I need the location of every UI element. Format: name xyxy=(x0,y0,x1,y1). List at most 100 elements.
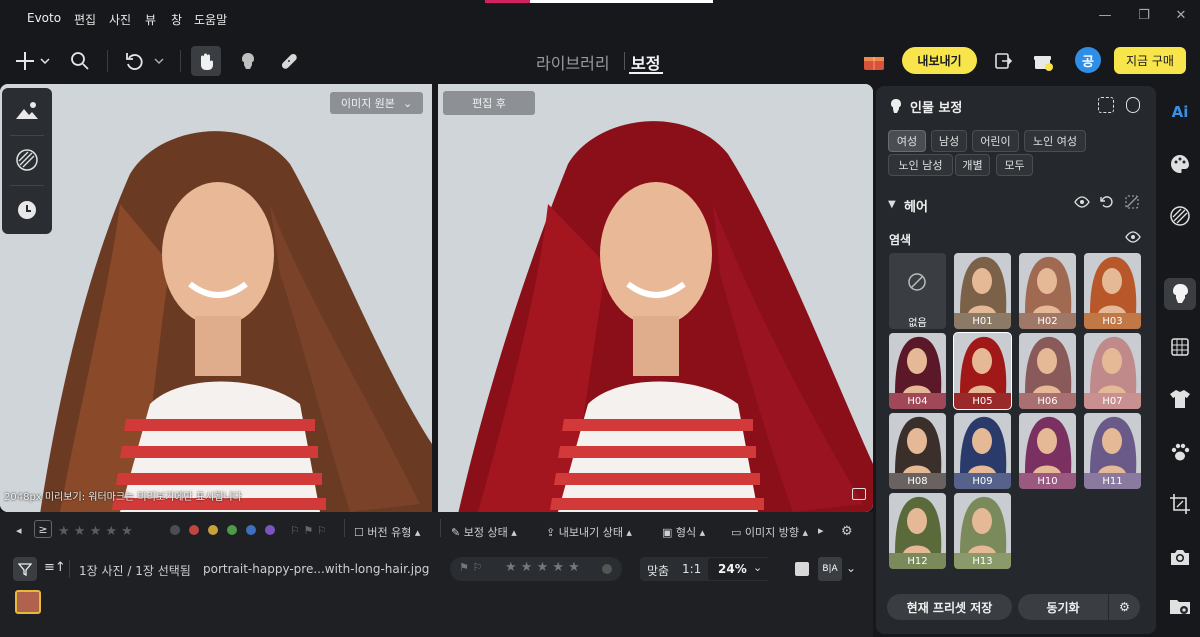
hair-color-swatch[interactable]: H04 xyxy=(889,333,946,409)
menu-item[interactable]: 도움말 xyxy=(194,11,227,28)
color-label-filter[interactable] xyxy=(246,525,256,535)
sync-settings-icon[interactable]: ⚙ xyxy=(1109,594,1140,620)
hair-color-swatch[interactable]: 없음 xyxy=(889,253,946,329)
swatch-portrait xyxy=(954,253,1011,313)
palette-icon[interactable] xyxy=(1168,152,1192,176)
export-button[interactable]: 내보내기 xyxy=(902,47,977,74)
color-label-filter[interactable] xyxy=(208,525,218,535)
single-view-icon[interactable] xyxy=(795,562,809,576)
texture-icon[interactable] xyxy=(15,148,39,172)
tab-library[interactable]: 라이브러리 xyxy=(536,50,610,74)
hair-color-swatch[interactable]: H03 xyxy=(1084,253,1141,329)
texture-sidebar-icon[interactable] xyxy=(1168,204,1192,228)
chevron-down-icon: ⌄ xyxy=(402,96,413,110)
face-select-icon[interactable] xyxy=(1098,97,1114,113)
hair-color-swatch[interactable]: H02 xyxy=(1019,253,1076,329)
group-tag[interactable]: 여성 xyxy=(888,130,926,152)
color-label-filter[interactable] xyxy=(189,525,199,535)
group-tag[interactable]: 어린이 xyxy=(972,130,1019,152)
reset-icon[interactable] xyxy=(1099,194,1115,210)
hair-color-swatch[interactable]: H06 xyxy=(1019,333,1076,409)
before-after-icon[interactable]: B|A xyxy=(818,557,842,581)
image-adjust-icon[interactable] xyxy=(14,99,40,123)
paw-icon[interactable] xyxy=(1168,440,1192,464)
star-rating-filter[interactable]: ★ ★ ★ ★ ★ xyxy=(58,524,133,539)
minimize-icon[interactable]: — xyxy=(1096,8,1114,26)
save-preset-button[interactable]: 현재 프리셋 저장 xyxy=(887,594,1012,620)
close-icon[interactable]: ✕ xyxy=(1172,8,1190,26)
dye-eye-icon[interactable] xyxy=(1125,229,1141,245)
group-tag[interactable]: 노인 남성 xyxy=(888,154,953,176)
filmstrip-thumbnail[interactable] xyxy=(15,590,41,614)
undo-icon[interactable] xyxy=(122,48,148,74)
search-icon[interactable] xyxy=(67,48,93,74)
menu-item[interactable]: 뷰 xyxy=(145,11,156,28)
hair-color-swatch[interactable]: H08 xyxy=(889,413,946,489)
crop-icon[interactable] xyxy=(1168,492,1192,516)
filter-settings-icon[interactable]: ⚙ xyxy=(841,524,853,539)
file-flag-icon[interactable]: ⚑ ⚐ xyxy=(459,561,482,574)
hair-color-swatch[interactable]: H11 xyxy=(1084,413,1141,489)
face-brush-icon[interactable] xyxy=(235,48,261,74)
one-to-one-button[interactable]: 1:1 xyxy=(682,562,701,576)
disable-icon[interactable] xyxy=(1124,194,1140,210)
sort-icon[interactable]: ≡↑ xyxy=(44,560,66,575)
file-color-label[interactable] xyxy=(602,564,612,574)
hair-color-swatch[interactable]: H10 xyxy=(1019,413,1076,489)
fit-button[interactable]: 맞춤 xyxy=(647,562,669,579)
hair-color-swatch[interactable]: H13 xyxy=(954,493,1011,569)
hair-color-swatch[interactable]: H09 xyxy=(954,413,1011,489)
gift-box-icon[interactable] xyxy=(861,48,887,74)
scroll-left-icon[interactable]: ◂ xyxy=(16,524,22,537)
hair-color-swatch[interactable]: H01 xyxy=(954,253,1011,329)
bandage-icon[interactable] xyxy=(276,48,302,74)
tab-edit[interactable]: 보정 xyxy=(631,50,660,74)
group-tag[interactable]: 남성 xyxy=(931,130,967,152)
group-tag[interactable]: 개별 xyxy=(955,154,990,176)
eye-icon[interactable] xyxy=(1074,194,1090,210)
color-label-filter[interactable] xyxy=(265,525,275,535)
swatch-label: H11 xyxy=(1084,473,1141,489)
add-icon[interactable] xyxy=(12,48,38,74)
camera-icon[interactable] xyxy=(1168,545,1192,569)
version-type-filter[interactable]: ☐ 버전 유형 ▴ xyxy=(354,524,420,540)
compare-toggle-icon[interactable] xyxy=(852,488,866,500)
undo-history-chevron-icon[interactable] xyxy=(151,48,167,74)
color-label-filter[interactable] xyxy=(227,525,237,535)
clothing-icon[interactable] xyxy=(1168,387,1192,411)
background-icon[interactable] xyxy=(1168,335,1192,359)
preview-canvas[interactable] xyxy=(0,84,873,512)
rating-operator[interactable]: ≥ xyxy=(34,520,52,538)
file-star-rating[interactable]: ★ ★ ★ ★ ★ xyxy=(505,560,580,575)
group-tag[interactable]: 노인 여성 xyxy=(1024,130,1086,152)
folder-eye-icon[interactable] xyxy=(1168,594,1192,618)
group-tag[interactable]: 모두 xyxy=(996,154,1033,176)
ai-icon[interactable]: Ai xyxy=(1168,100,1192,124)
correction-status-filter[interactable]: ✎ 보정 상태 ▴ xyxy=(451,524,517,540)
menu-item[interactable]: 창 xyxy=(171,11,182,28)
hair-color-swatch[interactable]: H12 xyxy=(889,493,946,569)
color-label-filter[interactable] xyxy=(170,525,180,535)
menu-item[interactable]: 사진 xyxy=(109,11,131,28)
view-mode-chevron-icon[interactable]: ⌄ xyxy=(846,561,856,575)
format-filter[interactable]: ▣ 형식 ▴ xyxy=(662,524,705,540)
present-icon[interactable] xyxy=(1030,48,1056,74)
avatar[interactable]: 공 xyxy=(1075,47,1101,73)
flag-filter-icon[interactable]: ⚐ ⚑ ⚐ xyxy=(290,524,327,537)
hair-color-swatch[interactable]: H07 xyxy=(1084,333,1141,409)
buy-now-button[interactable]: 지금 구매 xyxy=(1114,47,1186,74)
scroll-right-icon[interactable]: ▸ xyxy=(818,524,824,537)
chevron-down-icon[interactable] xyxy=(38,48,52,74)
filter-icon[interactable] xyxy=(13,557,37,581)
hair-color-swatch[interactable]: H05 xyxy=(953,332,1012,410)
original-view-select[interactable]: 이미지 원본 ⌄ xyxy=(330,92,423,114)
face-swap-icon[interactable] xyxy=(1126,97,1140,113)
sync-button[interactable]: 동기화 xyxy=(1018,594,1108,620)
exit-icon[interactable] xyxy=(990,48,1016,74)
menu-item[interactable]: 편집 xyxy=(74,11,96,28)
collapse-triangle-icon[interactable]: ▼ xyxy=(888,199,896,210)
restore-icon[interactable]: ❐ xyxy=(1135,8,1153,26)
history-icon[interactable] xyxy=(16,199,38,221)
export-status-filter[interactable]: ⇪ 내보내기 상태 ▴ xyxy=(546,524,632,540)
orientation-filter[interactable]: ▭ 이미지 방향 ▴ xyxy=(731,524,808,540)
